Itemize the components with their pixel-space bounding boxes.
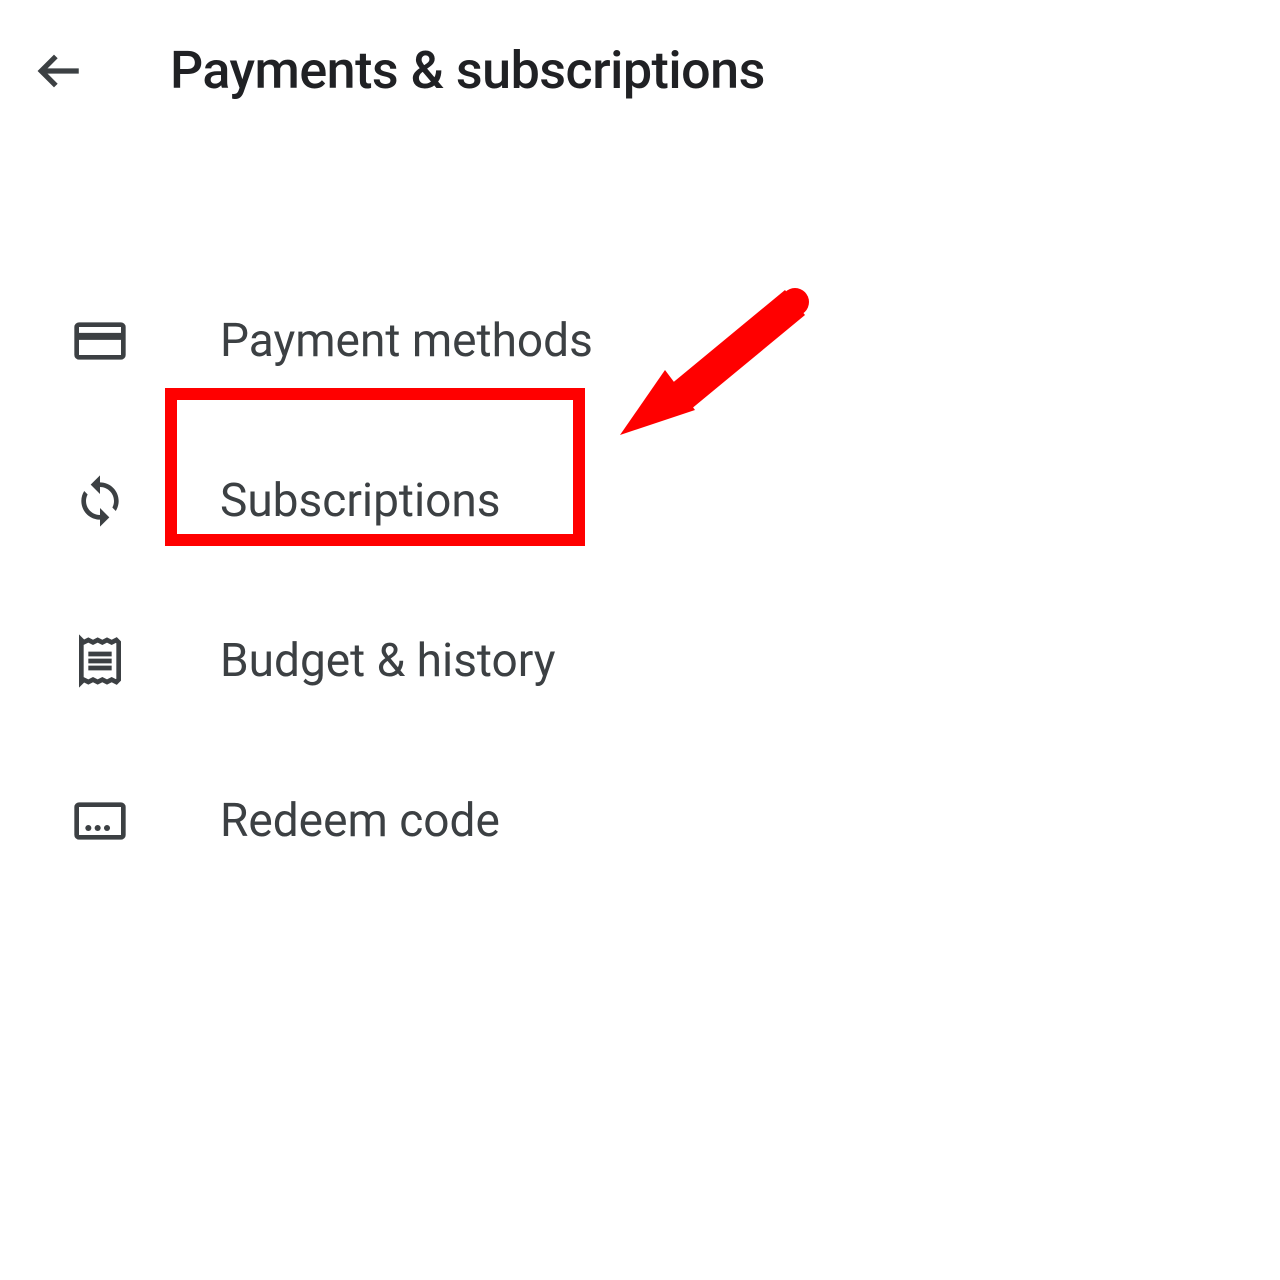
menu-label-payment-methods: Payment methods [220,314,593,368]
header: Payments & subscriptions [0,0,1280,131]
credit-card-icon [70,311,130,371]
receipt-icon [70,631,130,691]
sync-icon [70,471,130,531]
menu-item-subscriptions[interactable]: Subscriptions [70,421,1280,581]
menu-item-redeem-code[interactable]: Redeem code [70,741,1280,901]
back-button[interactable] [30,41,90,101]
menu-item-budget-history[interactable]: Budget & history [70,581,1280,741]
menu-item-payment-methods[interactable]: Payment methods [70,261,1280,421]
menu-label-budget-history: Budget & history [220,634,556,688]
menu-label-subscriptions: Subscriptions [220,474,501,528]
menu-label-redeem-code: Redeem code [220,794,500,848]
page-title: Payments & subscriptions [170,40,765,101]
ellipsis-card-icon [70,791,130,851]
menu-list: Payment methods Subscriptions Budget & h… [0,131,1280,901]
arrow-back-icon [35,46,85,96]
